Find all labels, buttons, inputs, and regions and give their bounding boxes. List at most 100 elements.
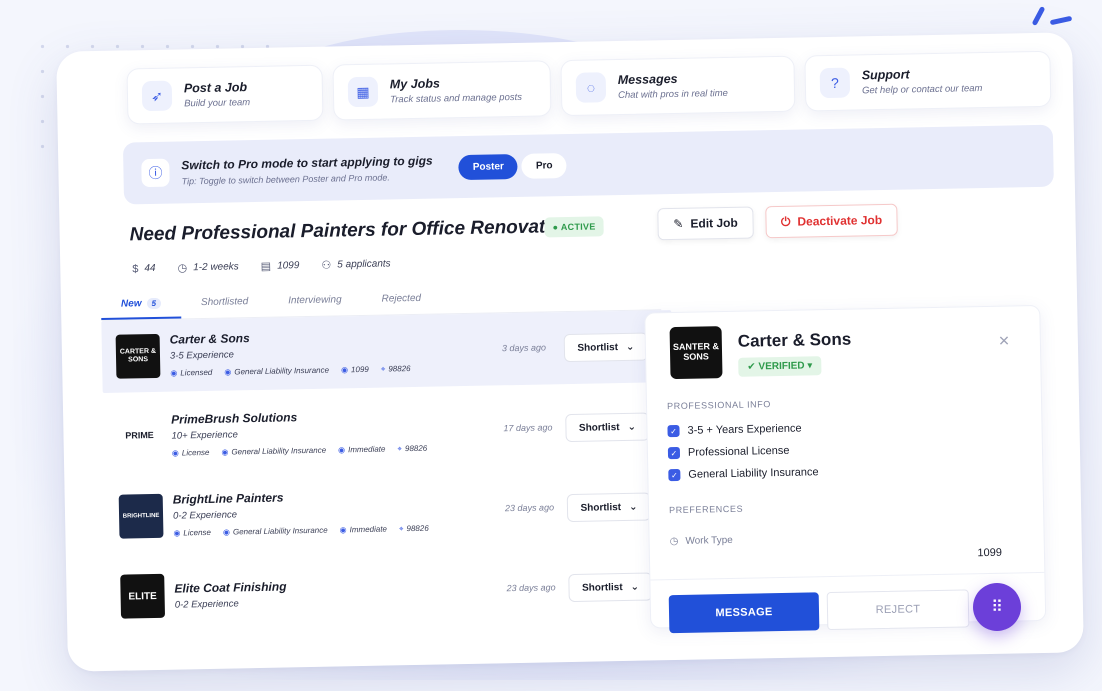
job-type: 1099 xyxy=(277,260,300,272)
quick-action-title: Post a Job xyxy=(183,80,248,96)
company-logo: BRIGHTLINE xyxy=(118,493,164,539)
quick-action-subtitle: Chat with pros in real time xyxy=(617,87,728,102)
sparkle-decoration xyxy=(1049,15,1073,26)
badge-icon: ◉ xyxy=(171,448,179,458)
tab-rejected[interactable]: Rejected xyxy=(361,292,441,315)
help-icon: ? xyxy=(819,67,851,99)
section-heading: PROFESSIONAL INFO xyxy=(666,399,772,412)
tab-count: 5 xyxy=(146,297,162,310)
close-icon[interactable]: ✕ xyxy=(998,333,1010,350)
status-badge: ● ACTIVE xyxy=(544,216,604,238)
quick-action-title: Messages xyxy=(617,71,678,88)
quick-action-subtitle: Get help or contact our team xyxy=(861,83,983,97)
applied-time: 17 days ago xyxy=(503,422,553,434)
chevron-down-icon: ⌄ xyxy=(628,501,638,513)
quick-action-title: Support xyxy=(861,67,910,83)
sparkle-decoration xyxy=(1031,5,1046,27)
quick-action-title: My Jobs xyxy=(389,76,440,92)
location-icon: ⌖ xyxy=(398,524,404,534)
applicant-detail-panel: SANTER & SONS Carter & Sons ✔ VERIFIED ▾… xyxy=(644,304,1047,634)
quick-action-support[interactable]: ? Support Get help or contact our team xyxy=(804,50,1052,112)
shortlist-dropdown[interactable]: Shortlist ⌄ xyxy=(568,572,653,603)
check-icon: ✓ xyxy=(667,424,680,438)
applicant-tags: ◉ Licensed ◉ General Liability Insurance ◉… xyxy=(170,364,411,378)
mode-toggle: Poster Pro xyxy=(458,152,567,180)
chevron-down-icon: ⌄ xyxy=(625,341,635,353)
deactivate-job-button[interactable]: ⏻ Deactivate Job xyxy=(765,203,898,239)
check-icon: ✓ xyxy=(668,468,681,482)
shield-icon: ◉ xyxy=(224,367,232,377)
location-icon: ⌖ xyxy=(380,364,386,374)
rocket-icon: ➶ xyxy=(141,80,173,112)
applicant-experience: 10+ Experience xyxy=(171,429,238,442)
applicant-name: PrimeBrush Solutions xyxy=(171,410,298,427)
applicant-experience: 0-2 Experience xyxy=(172,509,238,522)
applicant-row[interactable]: BRIGHTLINE BrightLine Painters 0-2 Exper… xyxy=(104,470,675,553)
shield-icon: ◉ xyxy=(222,527,231,537)
dashboard-card: ➶ Post a Job Build your team ▦ My Jobs T… xyxy=(56,32,1084,672)
job-duration: 1-2 weeks xyxy=(193,261,239,274)
info-item: ✓ General Liability Insurance xyxy=(668,466,819,482)
job-meta: $44 ◷ 1-2 weeks ▤ 1099 ⚇ 5 applicants xyxy=(132,257,391,275)
check-icon: ✓ xyxy=(667,446,681,460)
company-logo: SANTER & SONS xyxy=(669,326,723,380)
grid-menu-icon[interactable]: ⠿ xyxy=(973,583,1021,631)
location-icon: ⌖ xyxy=(397,444,403,454)
tab-shortlisted[interactable]: Shortlisted xyxy=(181,296,269,319)
job-title: Need Professional Painters for Office Re… xyxy=(129,215,574,246)
tab-new[interactable]: New 5 xyxy=(100,297,182,320)
mode-switch-title: Switch to Pro mode to start applying to … xyxy=(181,153,433,173)
reject-button[interactable]: REJECT xyxy=(826,589,970,631)
document-icon: ◉ xyxy=(340,365,349,375)
company-logo: PRIME xyxy=(117,413,162,459)
quick-action-subtitle: Build your team xyxy=(184,97,251,110)
calendar-icon: ▦ xyxy=(347,76,379,108)
applicant-row[interactable]: CARTER & SONS Carter & Sons 3-5 Experien… xyxy=(101,310,673,393)
chevron-down-icon: ⌄ xyxy=(627,421,637,433)
tab-interviewing[interactable]: Interviewing xyxy=(268,294,362,317)
info-item: ✓ 3-5 + Years Experience xyxy=(667,423,802,438)
shortlist-dropdown[interactable]: Shortlist ⌄ xyxy=(566,492,652,523)
job-applicants: 5 applicants xyxy=(337,258,391,271)
people-icon: ⚇ xyxy=(321,259,332,272)
applied-time: 3 days ago xyxy=(501,342,547,354)
shortlist-dropdown[interactable]: Shortlist ⌄ xyxy=(565,412,650,443)
divider xyxy=(650,571,1045,581)
company-logo: CARTER & SONS xyxy=(115,333,161,379)
verified-badge[interactable]: ✔ VERIFIED ▾ xyxy=(738,356,822,377)
badge-icon: ◉ xyxy=(170,368,178,378)
work-type-value: 1099 xyxy=(977,546,1003,560)
clock-icon: ◉ xyxy=(339,525,347,535)
badge-icon: ◉ xyxy=(173,528,181,538)
chevron-down-icon: ⌄ xyxy=(630,581,640,593)
shortlist-dropdown[interactable]: Shortlist ⌄ xyxy=(563,332,649,363)
applicant-row[interactable]: ELITE Elite Coat Finishing 0-2 Experienc… xyxy=(106,550,677,633)
company-logo: ELITE xyxy=(120,573,166,619)
document-icon: ▤ xyxy=(260,260,272,273)
clock-icon: ◷ xyxy=(669,535,679,548)
info-item: ✓ Professional License xyxy=(667,445,790,460)
applicant-row[interactable]: PRIME PrimeBrush Solutions 10+ Experienc… xyxy=(103,390,674,473)
applicant-experience: 3-5 Experience xyxy=(169,349,235,362)
edit-job-button[interactable]: ✎ Edit Job xyxy=(657,206,754,241)
section-heading: PREFERENCES xyxy=(668,503,744,516)
mode-switch-banner: ⓘ Switch to Pro mode to start applying t… xyxy=(122,124,1054,205)
toggle-poster[interactable]: Poster xyxy=(458,153,519,180)
quick-action-messages[interactable]: ◌ Messages Chat with pros in real time xyxy=(560,55,796,117)
applicant-tags: ◉ License ◉ General Liability Insurance ◉ I… xyxy=(171,443,428,458)
applicant-experience: 0-2 Experience xyxy=(174,597,239,611)
work-type-label: ◷ Work Type xyxy=(669,534,733,548)
toggle-pro[interactable]: Pro xyxy=(521,152,567,179)
info-icon: ⓘ xyxy=(141,158,170,188)
message-button[interactable]: MESSAGE xyxy=(668,592,820,634)
mode-switch-tip: Tip: Toggle to switch between Poster and… xyxy=(181,172,390,187)
quick-action-my-jobs[interactable]: ▦ My Jobs Track status and manage posts xyxy=(332,60,552,121)
power-icon: ⏻ xyxy=(780,214,791,229)
quick-action-subtitle: Track status and manage posts xyxy=(390,91,523,106)
applied-time: 23 days ago xyxy=(504,502,555,514)
dollar-icon: $ xyxy=(132,262,139,275)
shield-icon: ◉ xyxy=(221,447,229,457)
applied-time: 23 days ago xyxy=(506,582,556,594)
detail-name: Carter & Sons xyxy=(737,329,852,351)
quick-action-post-job[interactable]: ➶ Post a Job Build your team xyxy=(126,64,324,125)
